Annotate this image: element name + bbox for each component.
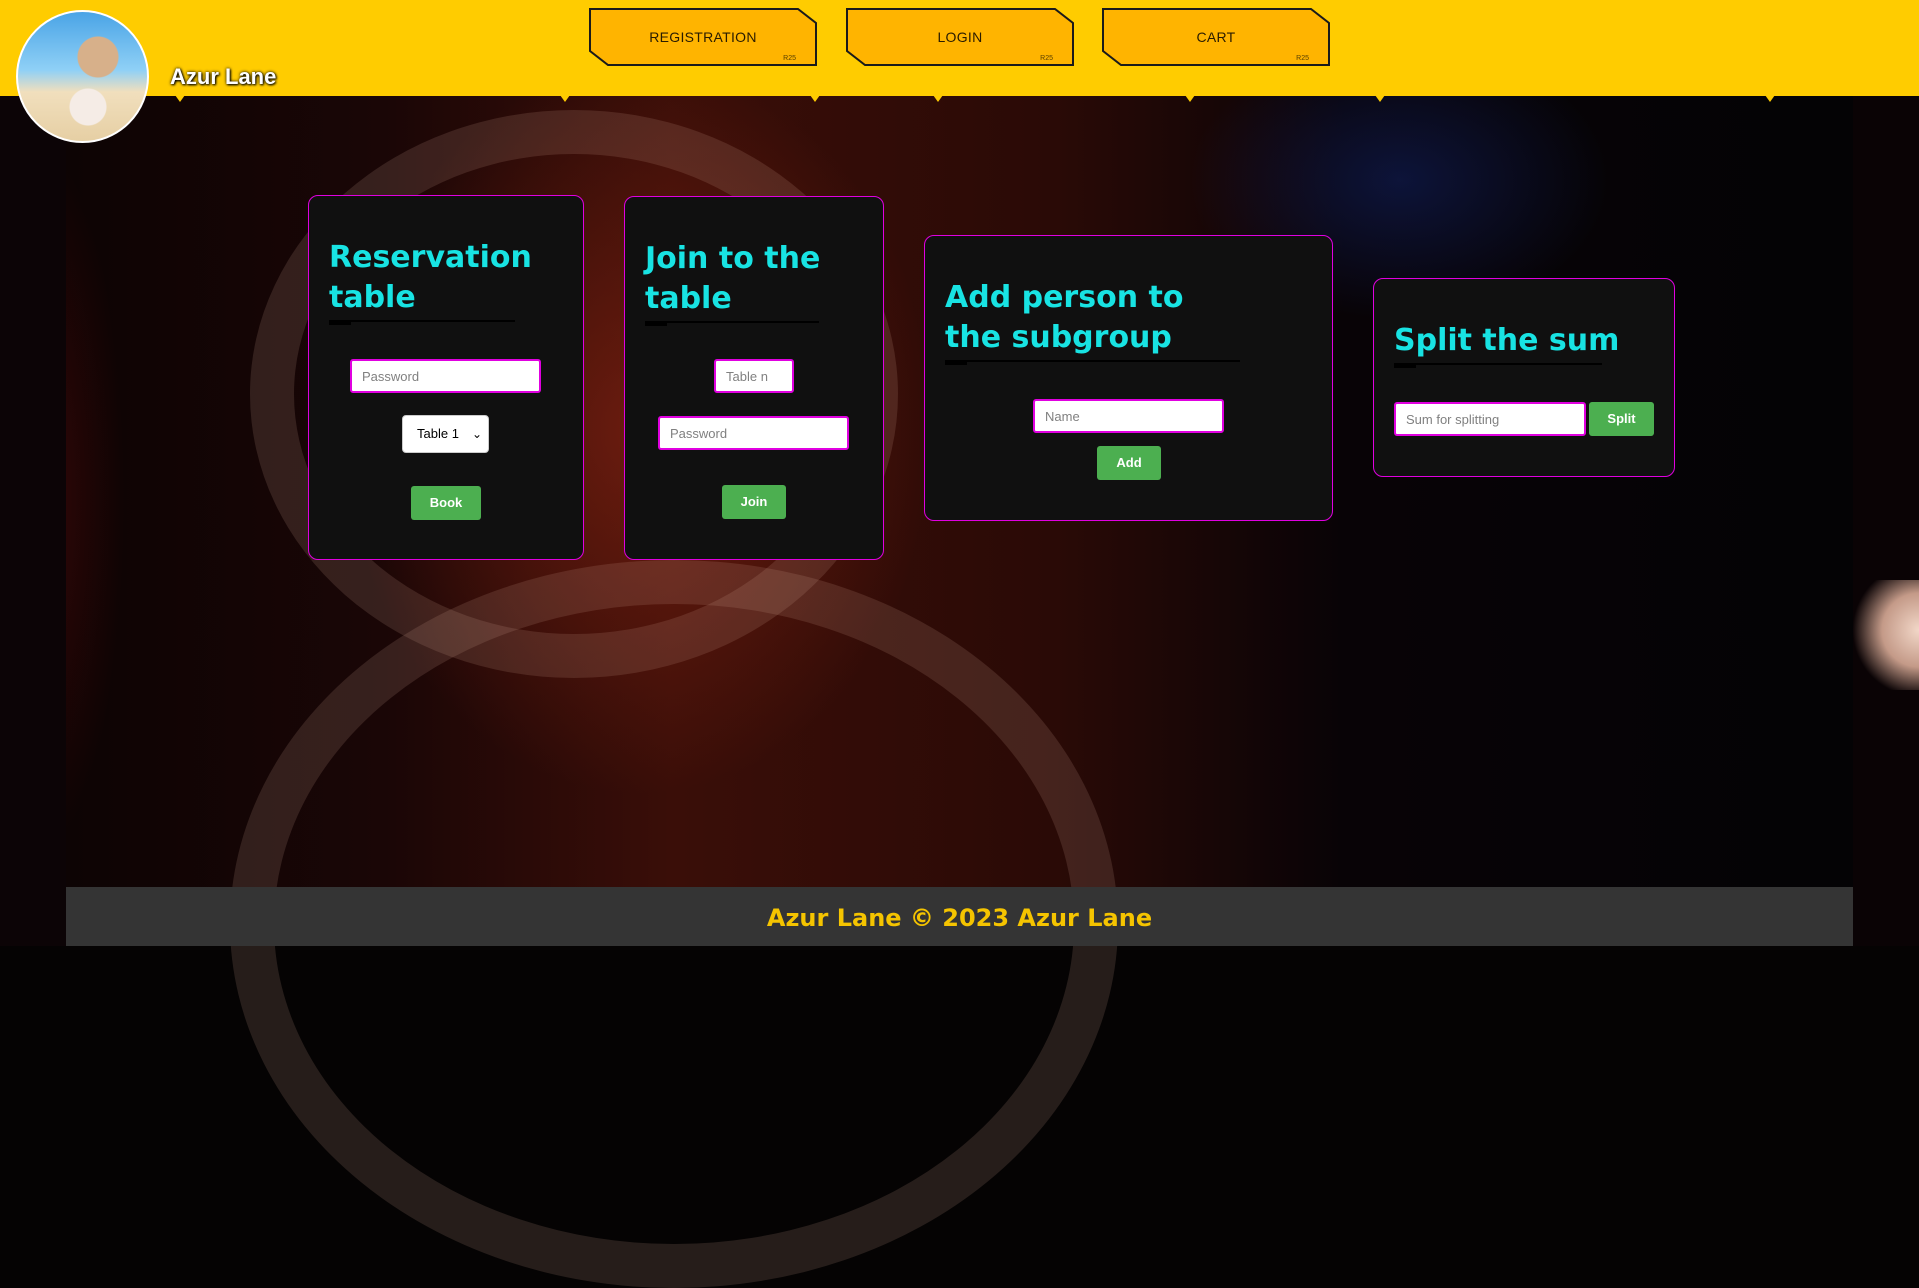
header-notch — [555, 88, 575, 102]
split-button[interactable]: Split — [1589, 402, 1654, 436]
header-notch — [928, 88, 948, 102]
book-button[interactable]: Book — [411, 486, 481, 520]
join-button[interactable]: Join — [722, 485, 786, 519]
nav-registration-button[interactable]: REGISTRATION R25 — [588, 7, 818, 67]
nav-cart-button[interactable]: CART R25 — [1101, 7, 1331, 67]
brand-name[interactable]: Azur Lane — [170, 64, 276, 90]
footer: Azur Lane © 2023 Azur Lane — [66, 887, 1853, 946]
header-notch — [1760, 88, 1780, 102]
avatar-logo[interactable] — [16, 10, 149, 143]
nav-tag: R25 — [1296, 55, 1309, 62]
nav-tag: R25 — [1040, 55, 1053, 62]
header-notch — [170, 88, 190, 102]
split-sum-input[interactable] — [1394, 402, 1586, 436]
split-title: Split the sum — [1394, 323, 1620, 358]
reservation-password-input[interactable] — [350, 359, 541, 393]
add-person-card: Add person to the subgroup Add — [924, 235, 1333, 521]
background-frame-right — [1853, 0, 1919, 946]
header-notch — [1180, 88, 1200, 102]
add-button[interactable]: Add — [1097, 446, 1161, 480]
table-number-input[interactable] — [714, 359, 794, 393]
header-notch — [1370, 88, 1390, 102]
chevron-down-icon: ⌄ — [471, 427, 482, 441]
background-frame-left — [0, 0, 66, 946]
person-name-input[interactable] — [1033, 399, 1224, 433]
title-underline — [945, 360, 1240, 365]
background-figure — [1849, 580, 1919, 690]
join-password-input[interactable] — [658, 416, 849, 450]
footer-copyright: Azur Lane © 2023 Azur Lane — [766, 904, 1153, 932]
header-notch — [805, 88, 825, 102]
title-underline — [645, 321, 819, 326]
nav-login-button[interactable]: LOGIN R25 — [845, 7, 1075, 67]
join-title: Join to the table — [645, 241, 821, 316]
reservation-card: Reservation table Table 1 ⌄ Book — [308, 195, 584, 560]
nav-tag: R25 — [783, 55, 796, 62]
title-underline — [329, 320, 515, 325]
table-select-value: Table 1 — [417, 426, 459, 441]
split-card: Split the sum Split — [1373, 278, 1675, 477]
add-person-title: Add person to the subgroup — [945, 280, 1184, 355]
reservation-title: Reservation table — [329, 240, 532, 315]
title-underline — [1394, 363, 1602, 368]
table-select[interactable]: Table 1 ⌄ — [402, 415, 489, 453]
join-card: Join to the table Join — [624, 196, 884, 560]
